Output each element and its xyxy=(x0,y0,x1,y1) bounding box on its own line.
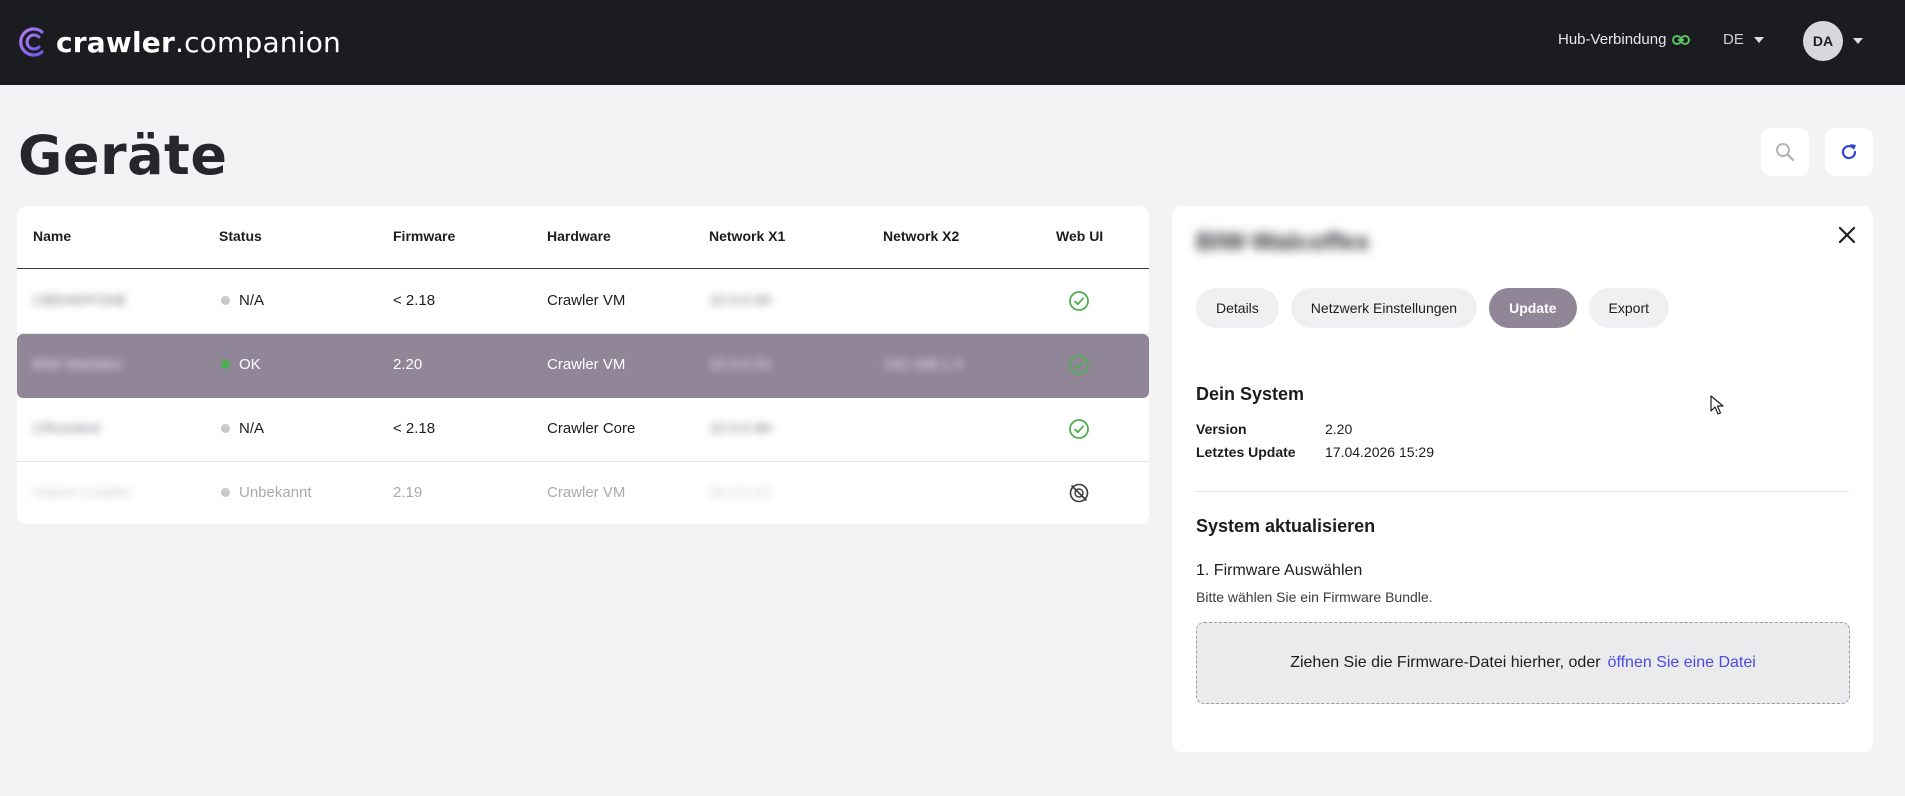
devices-table: Name Status Firmware Hardware Network X1… xyxy=(17,206,1149,524)
network-x1: 10.0.0.91 xyxy=(709,356,772,373)
status-badge: N/A xyxy=(221,292,264,309)
tab-details[interactable]: Details xyxy=(1196,288,1279,328)
mouse-pointer-icon xyxy=(1710,395,1724,415)
network-x1: 10.0.0.80 xyxy=(709,420,772,437)
language-label: DE xyxy=(1723,31,1744,48)
column-header-hardware[interactable]: Hardware xyxy=(547,228,611,244)
device-name: CBDAEPONE xyxy=(33,292,128,309)
hub-connection-label: Hub-Verbindung xyxy=(1558,31,1667,48)
firmware-version: < 2.18 xyxy=(393,292,436,309)
open-file-link[interactable]: öffnen Sie eine Datei xyxy=(1608,654,1756,672)
firmware-version: 2.19 xyxy=(393,484,423,501)
system-section-title: Dein System xyxy=(1196,384,1305,404)
last-update-value: 17.04.2026 15:29 xyxy=(1325,444,1434,460)
table-row-selected[interactable]: BIW Markdoc OK 2.20 Crawler VM 10.0.0.91… xyxy=(17,334,1149,398)
device-detail-panel: BIW-Walcoffex Details Netzwerk Einstellu… xyxy=(1172,206,1873,752)
status-badge: OK xyxy=(221,356,261,373)
status-dot xyxy=(221,359,230,369)
close-icon[interactable] xyxy=(1835,223,1859,247)
page-title: Geräte xyxy=(18,124,228,187)
app-name: crawler.companion xyxy=(56,25,342,59)
web-ui-available-icon[interactable] xyxy=(1068,354,1090,376)
section-divider xyxy=(1196,491,1849,492)
network-x1: 10.0.0.85 xyxy=(709,292,772,309)
device-name: BIW Markdoc xyxy=(33,356,124,373)
search-icon xyxy=(1776,143,1795,162)
status-badge: N/A xyxy=(221,420,264,437)
table-row[interactable]: Import Crawler Unbekannt 2.19 Crawler VM… xyxy=(17,462,1149,524)
network-x2: 192.168.1.4 xyxy=(883,356,963,373)
column-header-network-x1[interactable]: Network X1 xyxy=(709,228,785,244)
user-menu[interactable]: DA xyxy=(1803,21,1863,61)
tab-network-settings[interactable]: Netzwerk Einstellungen xyxy=(1290,288,1478,328)
last-update-label: Letztes Update xyxy=(1196,444,1296,460)
device-name: Import Crawler xyxy=(33,484,132,501)
firmware-dropzone[interactable]: Ziehen Sie die Firmware-Datei hierher, o… xyxy=(1196,622,1850,704)
link-icon xyxy=(1672,34,1691,45)
web-ui-available-icon[interactable] xyxy=(1068,290,1090,312)
avatar: DA xyxy=(1803,21,1843,61)
version-label: Version xyxy=(1196,421,1247,437)
table-header: Name Status Firmware Hardware Network X1… xyxy=(17,206,1149,269)
column-header-web-ui[interactable]: Web UI xyxy=(1056,228,1103,244)
refresh-button[interactable] xyxy=(1825,128,1873,176)
web-ui-unavailable-icon xyxy=(1069,483,1089,503)
table-row[interactable]: CBDAEPONE N/A < 2.18 Crawler VM 10.0.0.8… xyxy=(17,270,1149,334)
refresh-icon xyxy=(1841,144,1857,160)
tab-update[interactable]: Update xyxy=(1489,288,1577,328)
chevron-down-icon xyxy=(1753,36,1764,43)
firmware-step-subtitle: Bitte wählen Sie ein Firmware Bundle. xyxy=(1196,589,1433,605)
app-logo[interactable]: crawler.companion xyxy=(16,25,341,59)
chevron-down-icon xyxy=(1853,38,1863,44)
search-button[interactable] xyxy=(1761,128,1809,176)
top-navigation-bar: crawler.companion Hub-Verbindung DE DA xyxy=(0,0,1905,85)
firmware-version: < 2.18 xyxy=(393,420,436,437)
status-dot xyxy=(221,423,230,433)
column-header-firmware[interactable]: Firmware xyxy=(393,228,455,244)
table-row[interactable]: CRcontrol N/A < 2.18 Crawler Core 10.0.0… xyxy=(17,398,1149,462)
firmware-version: 2.20 xyxy=(393,356,423,373)
network-x1: 10.0.0.21 xyxy=(709,484,772,501)
hub-connection-status[interactable]: Hub-Verbindung xyxy=(1558,31,1691,48)
dropzone-text: Ziehen Sie die Firmware-Datei hierher, o… xyxy=(1290,654,1601,671)
column-header-status[interactable]: Status xyxy=(219,228,262,244)
detail-tabs: Details Netzwerk Einstellungen Update Ex… xyxy=(1196,288,1670,328)
update-section-title: System aktualisieren xyxy=(1196,516,1376,536)
hardware-type: Crawler VM xyxy=(547,356,626,373)
column-header-network-x2[interactable]: Network X2 xyxy=(883,228,959,244)
web-ui-available-icon[interactable] xyxy=(1068,418,1090,440)
language-selector[interactable]: DE xyxy=(1723,31,1764,48)
status-dot xyxy=(221,487,230,497)
device-name: CRcontrol xyxy=(33,420,100,437)
crawler-logo-icon xyxy=(19,27,44,57)
status-badge: Unbekannt xyxy=(221,484,312,501)
column-header-name[interactable]: Name xyxy=(33,228,71,244)
hardware-type: Crawler Core xyxy=(547,420,636,437)
version-value: 2.20 xyxy=(1325,421,1353,437)
firmware-step-title: 1. Firmware Auswählen xyxy=(1196,562,1363,579)
device-detail-title: BIW-Walcoffex xyxy=(1196,228,1370,256)
status-dot xyxy=(221,295,230,305)
hardware-type: Crawler VM xyxy=(547,484,626,501)
tab-export[interactable]: Export xyxy=(1588,288,1670,328)
hardware-type: Crawler VM xyxy=(547,292,626,309)
